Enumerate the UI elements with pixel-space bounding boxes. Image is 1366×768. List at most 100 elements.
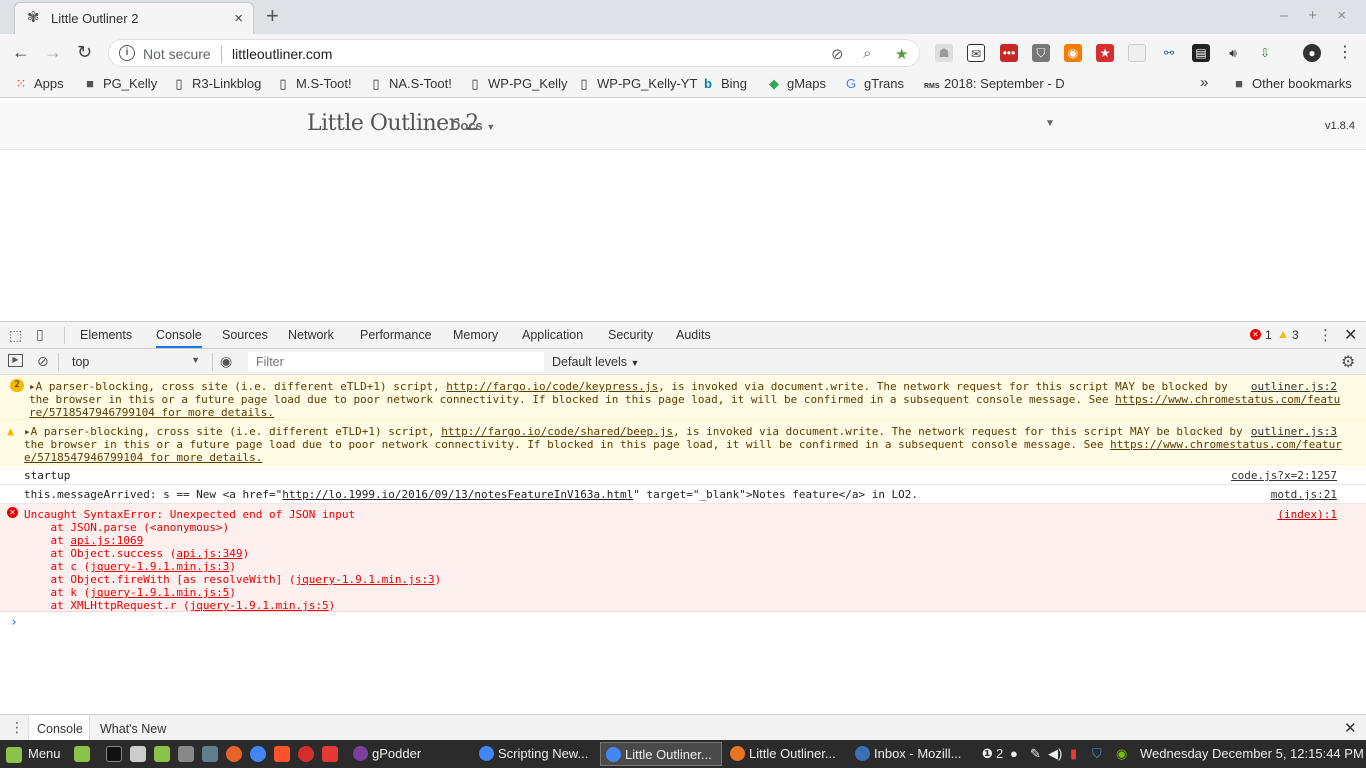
bookmark-wp-pg-kelly[interactable]: ▯ WP-PG_Kelly — [468, 76, 567, 92]
filter-input[interactable] — [248, 352, 544, 372]
bookmark-2018-september[interactable]: RMS 2018: September - D — [924, 76, 1065, 91]
bookmark-gtrans[interactable]: GgTrans — [844, 76, 904, 91]
firefox-icon[interactable] — [226, 746, 242, 762]
inspect-element-icon[interactable]: ⬚ — [9, 327, 22, 344]
notes-feature-link[interactable]: http://lo.1999.io/2016/09/13/notesFeatur… — [282, 488, 633, 501]
context-selector[interactable]: top ▼ — [64, 352, 204, 372]
vivaldi-icon[interactable] — [322, 746, 338, 762]
drawer-menu-icon[interactable]: ⋮ — [10, 719, 24, 736]
stack-link[interactable]: jquery-1.9.1.min.js:3 — [90, 560, 229, 573]
docs-menu[interactable]: Docs ▼ — [451, 118, 495, 133]
zoom-icon[interactable]: ⌕ — [863, 45, 871, 62]
other-bookmarks-folder[interactable]: ■ Other bookmarks — [1232, 76, 1352, 91]
close-drawer-icon[interactable]: ✕ — [1344, 719, 1357, 737]
blocked-content-icon[interactable]: ⊘ — [831, 45, 844, 63]
bookmark-nas-toot[interactable]: ▯ NA.S-Toot! — [369, 76, 451, 92]
warning-count[interactable]: 3 — [1292, 328, 1299, 342]
taskbar-window-inbox-mozilla[interactable]: Inbox - Mozill... — [850, 742, 972, 766]
stack-link[interactable]: jquery-1.9.1.min.js:5 — [190, 599, 329, 612]
taskbar-window-scripting-news[interactable]: Scripting New... — [474, 742, 596, 766]
script-link[interactable]: http://fargo.io/code/keypress.js — [446, 380, 658, 393]
volume-icon[interactable]: ◀) — [1048, 740, 1062, 768]
tab-elements[interactable]: Elements — [80, 328, 132, 342]
forward-arrow-icon[interactable]: → — [44, 42, 62, 62]
browser-menu-icon[interactable]: ⋮ — [1336, 44, 1354, 62]
bookmarks-overflow-button[interactable]: » — [1200, 74, 1208, 91]
console-prompt-icon[interactable]: › — [10, 615, 18, 630]
lastpass-extension-icon[interactable]: ••• — [1000, 44, 1018, 62]
back-arrow-icon[interactable]: ← — [12, 42, 30, 62]
tab-security[interactable]: Security — [608, 328, 653, 342]
stack-link[interactable]: api.js:349 — [176, 547, 242, 560]
taskbar-window-little-outliner-chrome[interactable]: Little Outliner... — [600, 742, 722, 766]
flag-extension-icon[interactable]: ★ — [1096, 44, 1114, 62]
clear-console-icon[interactable]: ⊘ — [37, 353, 49, 370]
error-count[interactable]: 1 — [1265, 328, 1272, 342]
caret-down-icon[interactable]: ▼ — [1045, 118, 1055, 129]
bookmark-r3-linkblog[interactable]: ▯ R3-Linkblog — [172, 76, 261, 92]
terminal-icon[interactable] — [106, 746, 122, 762]
tab-close-icon[interactable]: × — [234, 10, 243, 27]
profile-avatar-icon[interactable]: ● — [1303, 44, 1321, 62]
drawer-tab-whats-new[interactable]: What's New — [100, 722, 166, 736]
files-icon[interactable] — [154, 746, 170, 762]
tab-performance[interactable]: Performance — [360, 328, 432, 342]
expand-arrow-icon[interactable]: ▸ — [24, 425, 31, 438]
bookmark-ms-toot[interactable]: ▯ M.S-Toot! — [276, 76, 351, 92]
reload-icon[interactable]: ↻ — [77, 42, 92, 62]
stack-link[interactable]: jquery-1.9.1.min.js:5 — [90, 586, 229, 599]
notification-icon[interactable]: ❶ — [982, 740, 993, 768]
bookmark-gmaps[interactable]: ◆ gMaps — [767, 76, 826, 92]
chrome-icon[interactable] — [250, 746, 266, 762]
extension-ghost-icon[interactable]: ☗ — [935, 44, 953, 62]
nvidia-icon[interactable]: ◉ — [1116, 740, 1127, 768]
tab-application[interactable]: Application — [522, 328, 583, 342]
warning-count-icon[interactable]: ▲ — [1277, 327, 1289, 341]
chromestatus-link[interactable]: https://www.chromestatus.com/featur — [1110, 438, 1342, 451]
brave-icon[interactable] — [274, 746, 290, 762]
show-desktop-icon[interactable] — [74, 746, 90, 762]
source-link[interactable]: motd.js:21 — [1271, 488, 1337, 501]
new-tab-button[interactable]: + — [266, 5, 279, 27]
tab-memory[interactable]: Memory — [453, 328, 498, 342]
rss-extension-icon[interactable]: ◉ — [1064, 44, 1082, 62]
bookmark-apps[interactable]: ⁙ Apps — [14, 76, 64, 92]
warning-text[interactable]: re/5718547946799104 for more details. — [29, 406, 274, 419]
sidebar-toggle-icon[interactable]: ▶ — [8, 354, 23, 367]
battery-icon[interactable]: ▮ — [1070, 740, 1077, 768]
warning-line[interactable]: ▸A parser-blocking, cross site (i.e. dif… — [29, 380, 1228, 393]
start-menu-button[interactable]: Menu — [6, 740, 61, 768]
source-link[interactable]: (index):1 — [1277, 508, 1337, 521]
tab-audits[interactable]: Audits — [676, 328, 711, 342]
stack-link[interactable]: api.js:1069 — [70, 534, 143, 547]
error-count-icon[interactable]: ✕ — [1250, 329, 1261, 340]
source-link[interactable]: outliner.js:3 — [1251, 425, 1337, 438]
log-levels-dropdown[interactable]: Default levels ▼ — [552, 355, 639, 369]
tab-console[interactable]: Console — [156, 328, 202, 348]
address-bar[interactable]: i Not secure littleoutliner.com ⊘ ⌕ ★ — [108, 39, 920, 67]
browser-tab[interactable]: ✾ Little Outliner 2 × — [14, 2, 254, 34]
expand-arrow-icon[interactable]: ▸ — [29, 380, 36, 393]
url-text[interactable]: littleoutliner.com — [232, 46, 332, 62]
notification-count[interactable]: 2 — [996, 740, 1003, 768]
opera-icon[interactable] — [298, 746, 314, 762]
script-link[interactable]: http://fargo.io/code/shared/beep.js — [441, 425, 673, 438]
download-extension-icon[interactable]: ⇩ — [1256, 44, 1274, 62]
mail-extension-icon[interactable]: ✉ — [967, 44, 985, 62]
devtools-menu-icon[interactable]: ⋮ — [1318, 326, 1333, 344]
calculator-icon[interactable] — [130, 746, 146, 762]
close-devtools-icon[interactable]: ✕ — [1344, 325, 1357, 345]
screenshot-icon[interactable] — [178, 746, 194, 762]
taskbar-window-gpodder[interactable]: gPodder — [348, 742, 470, 766]
stack-link[interactable]: jquery-1.9.1.min.js:3 — [296, 573, 435, 586]
source-link[interactable]: code.js?x=2:1257 — [1231, 469, 1337, 482]
console-settings-gear-icon[interactable]: ⚙ — [1341, 352, 1355, 372]
shield-icon[interactable]: ⛉ — [1092, 740, 1102, 768]
bookmark-star-icon[interactable]: ★ — [895, 45, 908, 63]
link-extension-icon[interactable]: ⚯ — [1160, 44, 1178, 62]
taskbar-window-little-outliner-firefox[interactable]: Little Outliner... — [725, 742, 847, 766]
user-icon[interactable]: ● — [1010, 740, 1018, 768]
notes-extension-icon[interactable]: ▤ — [1192, 44, 1210, 62]
chromestatus-link[interactable]: https://www.chromestatus.com/featu — [1115, 393, 1340, 406]
window-controls[interactable]: – + × — [1280, 7, 1354, 24]
